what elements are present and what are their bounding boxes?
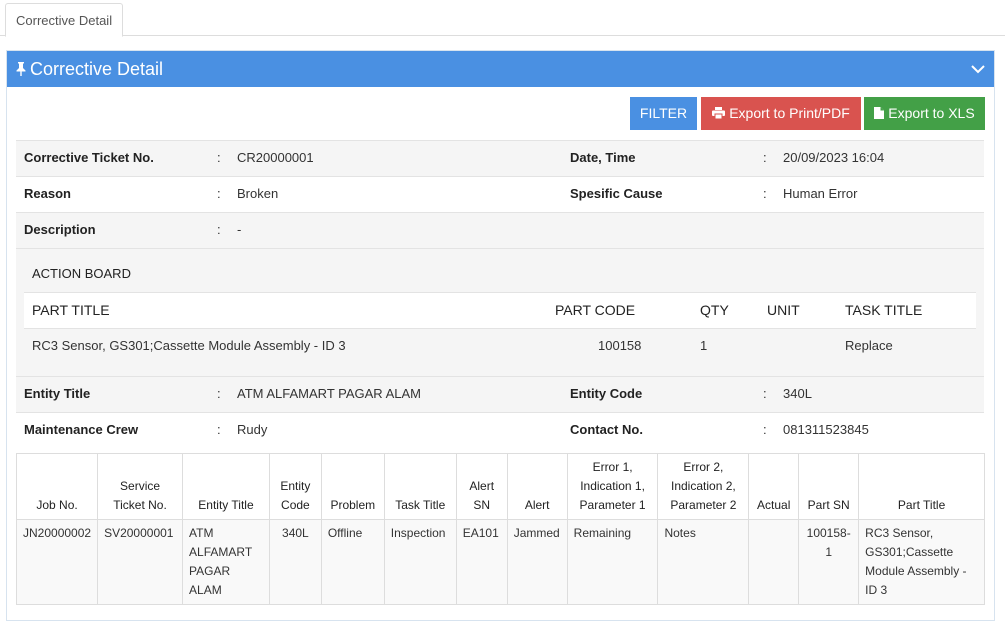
jobs-table: Job No. Service Ticket No. Entity Title … bbox=[15, 453, 985, 605]
filter-button[interactable]: FILTER bbox=[630, 97, 697, 130]
cell-part-title: RC3 Sensor, GS301;Cassette Module Assemb… bbox=[858, 519, 985, 605]
cell-problem: Offline bbox=[320, 519, 385, 605]
header-problem: Problem bbox=[320, 453, 385, 520]
contact-label: Contact No. bbox=[570, 422, 643, 437]
header-unit: UNIT bbox=[767, 302, 800, 318]
contact-value: 081311523845 bbox=[783, 422, 869, 437]
header-alert: Alert bbox=[506, 453, 568, 520]
info-row-reason: Reason : Broken Spesific Cause : Human E… bbox=[16, 176, 984, 212]
export-xls-label: Export to XLS bbox=[888, 105, 975, 121]
cell-part-code: 100158 bbox=[598, 338, 642, 353]
header-service-ticket-no: Service Ticket No. bbox=[97, 453, 184, 520]
cell-error-2: Notes bbox=[657, 519, 750, 605]
colon: : bbox=[217, 186, 221, 201]
cause-value: Human Error bbox=[783, 186, 858, 201]
entity-code-label: Entity Code bbox=[570, 386, 643, 401]
header-entity-code: Entity Code bbox=[268, 453, 322, 520]
description-label: Description bbox=[24, 222, 96, 237]
info-row-crew: Maintenance Crew : Rudy Contact No. : 08… bbox=[16, 412, 984, 448]
cell-error-1: Remaining bbox=[566, 519, 659, 605]
cause-label: Spesific Cause bbox=[570, 186, 663, 201]
header-part-sn: Part SN bbox=[798, 453, 860, 520]
entity-title-value: ATM ALFAMART PAGAR ALAM bbox=[237, 386, 421, 401]
info-row-ticket: Corrective Ticket No. : CR20000001 Date,… bbox=[16, 140, 984, 176]
cell-job-no: JN20000002 bbox=[15, 519, 99, 605]
action-board: ACTION BOARD PART TITLE PART CODE QTY UN… bbox=[16, 248, 984, 376]
datetime-value: 20/09/2023 16:04 bbox=[783, 150, 885, 165]
table-row: RC3 Sensor, GS301;Cassette Module Assemb… bbox=[24, 328, 976, 364]
ticket-no-value: CR20000001 bbox=[237, 150, 314, 165]
cell-entity-title: ATM ALFAMART PAGAR ALAM bbox=[182, 519, 270, 605]
export-xls-button[interactable]: Export to XLS bbox=[864, 97, 985, 130]
header-part-title: PART TITLE bbox=[32, 302, 110, 318]
export-pdf-label: Export to Print/PDF bbox=[729, 105, 850, 121]
tab-bar: Corrective Detail bbox=[0, 0, 1005, 37]
cell-actual bbox=[748, 519, 800, 605]
file-icon bbox=[874, 107, 885, 119]
print-icon bbox=[712, 107, 726, 120]
cell-service-ticket-no: SV20000001 bbox=[97, 519, 184, 605]
header-job-no: Job No. bbox=[15, 453, 99, 520]
panel-header[interactable]: Corrective Detail bbox=[7, 51, 994, 87]
header-entity-title: Entity Title bbox=[182, 453, 270, 520]
info-row-entity: Entity Title : ATM ALFAMART PAGAR ALAM E… bbox=[16, 376, 984, 412]
cell-task-title: Inspection bbox=[383, 519, 457, 605]
reason-label: Reason bbox=[24, 186, 71, 201]
cell-alert: Jammed bbox=[506, 519, 568, 605]
cell-qty: 1 bbox=[700, 338, 708, 353]
action-board-title: ACTION BOARD bbox=[32, 266, 131, 281]
crew-value: Rudy bbox=[237, 422, 268, 437]
reason-value: Broken bbox=[237, 186, 279, 201]
chevron-down-icon[interactable] bbox=[970, 63, 986, 75]
tab-corrective-detail[interactable]: Corrective Detail bbox=[5, 3, 124, 37]
colon: : bbox=[217, 422, 221, 437]
description-value: - bbox=[237, 222, 242, 237]
header-actual: Actual bbox=[748, 453, 800, 520]
pin-icon bbox=[16, 62, 26, 76]
header-task-title: TASK TITLE bbox=[845, 302, 923, 318]
action-board-header: PART TITLE PART CODE QTY UNIT TASK TITLE bbox=[24, 292, 976, 328]
colon: : bbox=[763, 386, 767, 401]
header-error-2: Error 2, Indication 2, Parameter 2 bbox=[657, 453, 750, 520]
cell-task-title: Replace bbox=[845, 338, 893, 353]
corrective-detail-panel: Corrective Detail FILTER Export to Print… bbox=[6, 50, 995, 621]
header-qty: QTY bbox=[700, 302, 729, 318]
colon: : bbox=[763, 186, 767, 201]
crew-label: Maintenance Crew bbox=[24, 422, 139, 437]
colon: : bbox=[763, 422, 767, 437]
table-row: JN20000002 SV20000001 ATM ALFAMART PAGAR… bbox=[15, 519, 985, 605]
panel-title: Corrective Detail bbox=[30, 59, 164, 79]
header-alert-sn: Alert SN bbox=[455, 453, 508, 520]
colon: : bbox=[217, 222, 221, 237]
cell-entity-code: 340L bbox=[268, 519, 322, 605]
colon: : bbox=[217, 150, 221, 165]
colon: : bbox=[763, 150, 767, 165]
datetime-label: Date, Time bbox=[570, 150, 636, 165]
cell-alert-sn: EA101 bbox=[455, 519, 508, 605]
jobs-table-header: Job No. Service Ticket No. Entity Title … bbox=[15, 453, 985, 520]
header-error-1: Error 1, Indication 1, Parameter 1 bbox=[566, 453, 659, 520]
ticket-no-label: Corrective Ticket No. bbox=[24, 150, 154, 165]
colon: : bbox=[217, 386, 221, 401]
info-row-description: Description : - bbox=[16, 212, 984, 248]
filter-button-label: FILTER bbox=[639, 105, 688, 121]
action-board-table: PART TITLE PART CODE QTY UNIT TASK TITLE… bbox=[24, 292, 976, 364]
cell-part-title: RC3 Sensor, GS301;Cassette Module Assemb… bbox=[32, 338, 346, 353]
header-part-code: PART CODE bbox=[555, 302, 636, 318]
export-pdf-button[interactable]: Export to Print/PDF bbox=[701, 97, 861, 130]
cell-part-sn: 100158-1 bbox=[798, 519, 860, 605]
header-part-title: Part Title bbox=[858, 453, 985, 520]
entity-code-value: 340L bbox=[783, 386, 812, 401]
header-task-title: Task Title bbox=[383, 453, 457, 520]
entity-title-label: Entity Title bbox=[24, 386, 91, 401]
